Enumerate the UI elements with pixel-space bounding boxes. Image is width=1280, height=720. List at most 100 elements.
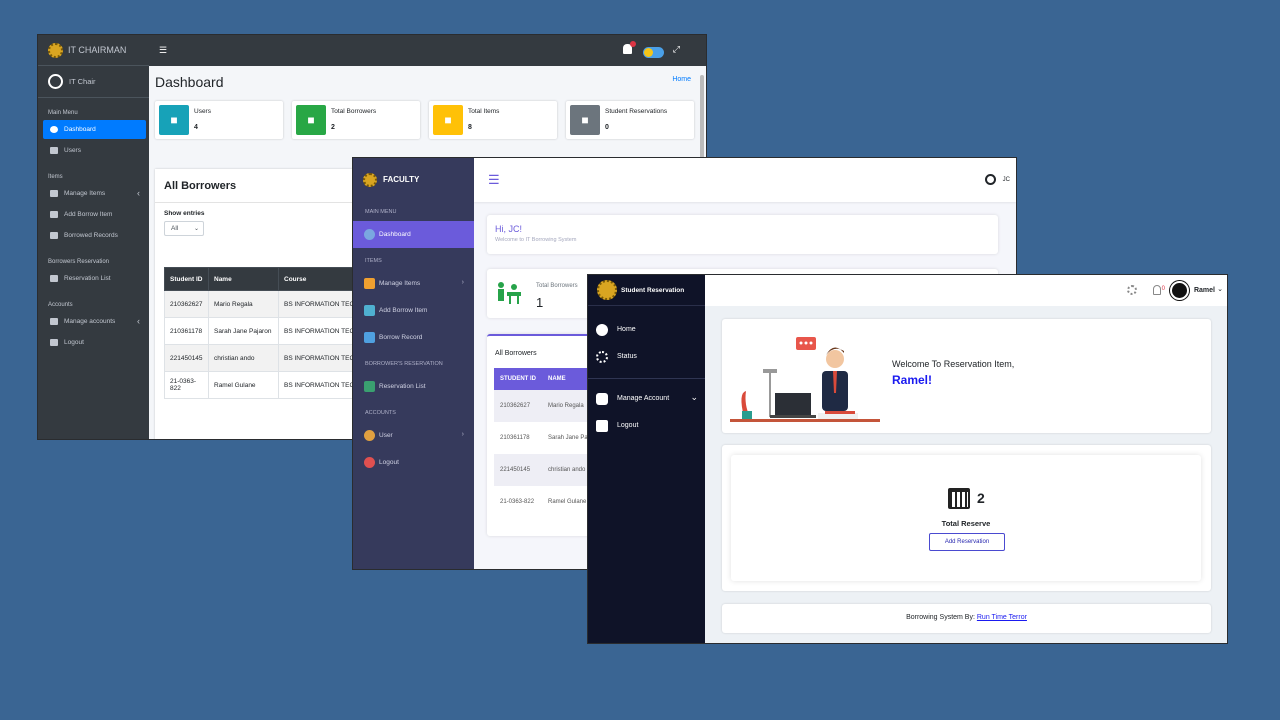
nav-home[interactable]: Home [588,316,705,343]
column-header: Name [208,267,279,291]
sidebar-item-users[interactable]: Users [43,141,146,160]
fullscreen-icon[interactable]: ⤢ [673,44,680,55]
sidebar-item-dashboard[interactable]: Dashboard [353,221,474,248]
menu-toggle-icon[interactable]: ☰ [488,172,500,188]
table-row[interactable]: 210362627 Mario Regala [494,390,602,422]
sidebar-item-manage-items[interactable]: Manage Items › [353,270,474,297]
user-initials[interactable]: JC [1003,177,1010,183]
sidebar-section-label: Items [48,174,63,180]
student-topbar: 0 Ramel ⌄ [705,275,1227,306]
sidebar-item-reservation-list[interactable]: Reservation List [43,269,146,288]
user-avatar[interactable] [1170,281,1189,300]
logout-icon [50,339,58,346]
student-brand[interactable]: Student Reservation [588,275,705,306]
manage-accounts-icon [50,318,58,325]
table-row[interactable]: 21-0363-822 Ramel Gulane BS INFORMATION TE… [164,371,369,399]
greeting-card: Hi, JC! Welcome to IT Borrowing System [487,215,998,254]
sidebar-item-logout[interactable]: Logout [353,449,474,476]
table-cell: 210361178 [164,317,209,345]
sidebar-section-label: ITEMS [365,258,382,264]
table-row[interactable]: 210361178 Sarah Jane Pajaron BS INFORMATIO… [164,317,369,345]
nav-status[interactable]: Status [588,343,705,370]
table-row[interactable]: 210361178 Sarah Jane Pa [494,422,602,454]
stat-value: 8 [468,124,472,131]
chevron-down-icon: ⌄ [690,392,698,402]
stat-box-users: ■ Users 4 [155,101,283,139]
table-cell: Mario Regala [208,290,279,318]
manage-items-icon [50,190,58,197]
faculty-topbar: ☰ JC [474,158,1016,202]
add-reservation-button[interactable]: Add Reservation [929,533,1005,551]
chevron-down-icon[interactable]: ⌄ [1217,285,1223,293]
nav-label: Status [617,353,637,360]
sidebar-item-logout[interactable]: Logout [43,333,146,352]
add-borrow-item-icon [50,211,58,218]
footer-link[interactable]: Run Time Terror [977,614,1027,621]
table-cell: Sarah Jane Pajaron [208,317,279,345]
sidebar-item-add-borrow-item[interactable]: Add Borrow Item [353,297,474,324]
show-entries-label: Show entries [164,210,205,217]
table-row[interactable]: 221450145 christian ando [494,454,602,486]
menu-toggle-icon[interactable]: ☰ [159,45,167,56]
breadcrumb-home[interactable]: Home [672,76,691,83]
stat-label: Total Items [468,108,500,115]
table-row[interactable]: 221450145 christian ando BS INFORMATION TE… [164,344,369,372]
chairman-user-panel[interactable]: IT Chair [38,66,149,98]
page-title: Dashboard [155,74,224,90]
user-name[interactable]: Ramel [1194,287,1215,294]
table-cell: 221450145 [494,454,542,486]
stat-box-total-borrowers: ■ Total Borrowers 2 [292,101,420,139]
nav-logout[interactable]: Logout [588,412,705,439]
sidebar-item-user[interactable]: User › [353,422,474,449]
sidebar-item-borrow-record[interactable]: Borrow Record [353,324,474,351]
reserve-label: Total Reserve [941,519,991,528]
borrowers-table: Student ID Name Course 210362627 Mario Rega… [164,267,369,399]
theme-toggle[interactable] [643,47,664,58]
stat-label: Total Borrowers [331,108,377,115]
reservation-list-icon [364,381,375,392]
logout-icon [596,419,608,432]
sidebar-item-dashboard[interactable]: Dashboard [43,120,146,139]
greeting-subtitle: Welcome to IT Borrowing System [495,237,577,243]
nav-manage-account[interactable]: Manage Account ⌄ [588,385,705,412]
sidebar-item-label: Dashboard [64,126,96,133]
sidebar-item-label: Add Borrow Item [64,211,113,218]
faculty-sidebar: FACULTY MAIN MENU Dashboard ITEMS Manage It… [353,158,474,569]
stat-box-student-reservations: ■ Student Reservations 0 [566,101,694,139]
add-borrow-item-icon [364,305,375,316]
calendar-icon [948,488,970,509]
user-avatar-icon[interactable] [985,174,996,185]
notification-bell-icon[interactable] [1153,285,1161,295]
school-logo-icon [363,172,377,187]
table-cell: 210361178 [500,435,530,441]
sidebar-item-add-borrow-item[interactable]: Add Borrow Item [43,205,146,224]
notification-count: 0 [1161,286,1165,292]
chairman-brand[interactable]: IT CHAIRMAN [38,35,149,66]
faculty-borrowers-table: STUDENT ID NAME 210362627 Mario Regala 2103… [494,368,602,518]
settings-gear-icon[interactable] [1127,285,1137,295]
sidebar-item-manage-items[interactable]: Manage Items ‹ [43,184,146,203]
welcome-card: Welcome To Reservation Item, Ramel! [722,319,1211,433]
chevron-right-icon: › [461,279,464,286]
sidebar-item-label: Logout [64,339,84,346]
table-row[interactable]: 21-0363-822 Ramel Gulane [494,486,602,518]
footer-text: Borrowing System By: [906,614,977,621]
sidebar-item-reservation-list[interactable]: Reservation List [353,373,474,400]
dashboard-icon [50,126,58,133]
user-gear-icon [596,392,608,405]
borrowers-title: All Borrowers [164,180,237,192]
user-name: IT Chair [69,77,96,86]
user-icon [364,430,375,441]
sidebar-section-label: Borrowers Reservation [48,259,110,265]
faculty-brand[interactable]: FACULTY [353,158,474,201]
reservation-list-icon [50,275,58,282]
notification-bell-icon[interactable] [623,41,636,54]
sidebar-item-manage-accounts[interactable]: Manage accounts ‹ [43,312,146,331]
sidebar-item-label: Manage Items [379,280,421,287]
entries-select[interactable]: All ⌄ [164,221,204,236]
sidebar-item-borrowed-records[interactable]: Borrowed Records [43,226,146,245]
brand-label: Student Reservation [621,286,685,294]
sidebar-item-label: Manage Items [64,190,106,197]
borrowed-records-icon [50,232,58,239]
table-row[interactable]: 210362627 Mario Regala BS INFORMATION TECH [164,290,369,318]
